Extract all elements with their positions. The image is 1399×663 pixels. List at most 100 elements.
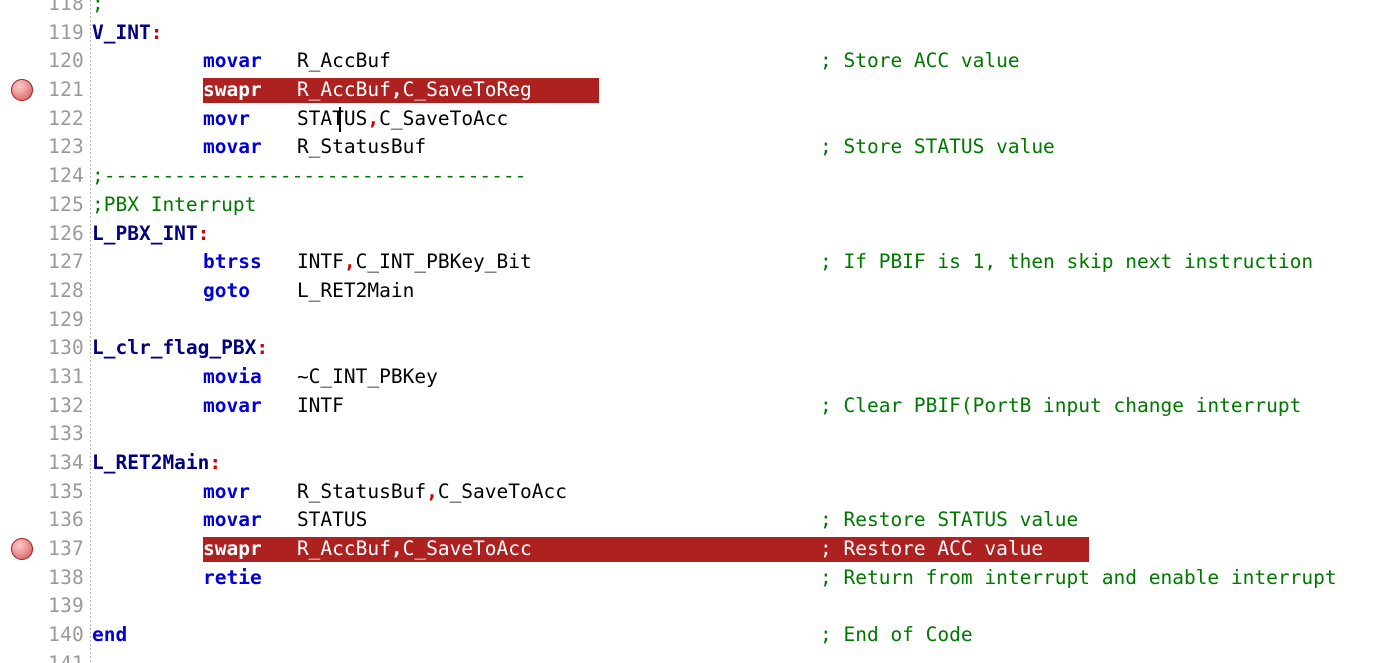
code-tokens: swapr R_AccBuf,C_SaveToAcc — [203, 535, 532, 564]
token-comment: ;PBX Interrupt — [92, 192, 257, 216]
token-keyword: movr — [203, 106, 250, 130]
code-tokens: retie — [203, 564, 262, 593]
token-plain: INTF — [296, 393, 344, 417]
line-number: 140 — [48, 623, 84, 647]
code-editor[interactable]: 118; 119 V_INT: 120 movar R_AccBuf; Store AC… — [0, 0, 1399, 663]
code-line[interactable]: 126 L_PBX_INT: — [0, 220, 1399, 249]
code-line[interactable]: 119 V_INT: — [0, 19, 1399, 48]
code-line[interactable]: 123 movar R_StatusBuf ; Store STATUS value — [0, 133, 1399, 162]
inline-comment: ; Store ACC value — [820, 49, 1020, 73]
token-comma: , — [390, 78, 403, 102]
token-plain: R_StatusBuf — [296, 479, 427, 503]
token-comment: ; — [92, 0, 104, 15]
token-keyword: movar — [203, 49, 262, 73]
token-plain: R_AccBuf — [296, 78, 391, 102]
code-line[interactable]: 128 goto L_RET2Main — [0, 277, 1399, 306]
token-plain: ~C_INT_PBKey — [296, 364, 438, 388]
token-keyword: swapr — [203, 78, 262, 102]
token-comma: , — [367, 106, 380, 130]
code-line[interactable]: 124 ;------------------------------------ — [0, 162, 1399, 191]
text-caret — [339, 106, 341, 132]
code-tokens: end — [92, 621, 127, 650]
line-number: 126 — [48, 221, 84, 245]
code-line[interactable]: 138 retie ; Return from interrupt and enab… — [0, 564, 1399, 593]
code-line[interactable]: 130 L_clr_flag_PBX: — [0, 334, 1399, 363]
token-comma: , — [343, 250, 356, 274]
token-plain: STATUS — [296, 106, 368, 130]
line-number: 141 — [0, 650, 84, 663]
line-number: 135 — [48, 479, 84, 503]
code-line[interactable]: 135 movr R_StatusBuf,C_SaveToAcc — [0, 478, 1399, 507]
line-number: 131 — [48, 364, 84, 388]
code-line[interactable]: 132 movar INTF ; Clear PBIF(PortB input ch… — [0, 392, 1399, 421]
line-number: 138 — [48, 565, 84, 589]
line-number: 121 — [48, 78, 84, 102]
line-number: 132 — [48, 393, 84, 417]
inline-comment: ; Clear PBIF(PortB input change interrup… — [820, 393, 1302, 417]
token-gap — [262, 49, 297, 72]
token-colon: : — [197, 221, 210, 245]
code-line[interactable]: 140 end ; End of Code — [0, 621, 1399, 650]
token-keyword: retie — [203, 565, 262, 589]
code-tokens: V_INT: — [92, 19, 162, 48]
code-tokens: movr R_StatusBuf,C_SaveToAcc — [203, 478, 567, 507]
code-line[interactable]: 133 — [0, 420, 1399, 449]
token-gap — [262, 78, 297, 101]
line-number: 125 — [48, 192, 84, 216]
code-line[interactable]: 137 swapr R_AccBuf,C_SaveToAcc ; Restore A… — [0, 535, 1399, 564]
code-line[interactable]: 139 — [0, 592, 1399, 621]
token-gap — [262, 365, 297, 388]
code-line[interactable]: 134 L_RET2Main: — [0, 449, 1399, 478]
token-keyword: swapr — [203, 537, 262, 561]
token-keyword: movar — [203, 135, 262, 159]
inline-comment: ; Return from interrupt and enable inter… — [820, 565, 1337, 589]
token-plain: C_INT_PBKey_Bit — [355, 250, 532, 274]
line-number: 136 — [48, 508, 84, 532]
code-tokens: ; — [92, 0, 104, 19]
code-tokens: goto L_RET2Main — [203, 277, 414, 306]
code-line[interactable]: 141 — [0, 650, 1399, 663]
code-line[interactable]: 118; — [0, 0, 1399, 19]
token-keyword: movr — [203, 479, 250, 503]
token-keyword: btrss — [203, 250, 262, 274]
token-gap — [262, 508, 297, 531]
token-keyword: movia — [203, 364, 262, 388]
line-number: 134 — [48, 451, 84, 474]
code-line[interactable]: 121 swapr R_AccBuf,C_SaveToReg — [0, 76, 1399, 105]
code-lines-container[interactable]: 118; 119 V_INT: 120 movar R_AccBuf; Store AC… — [0, 0, 1399, 663]
code-line[interactable]: 127 btrss INTF,C_INT_PBKey_Bit ; If PBIF i… — [0, 248, 1399, 277]
code-line[interactable]: 136 movar STATUS ; Restore STATUS value — [0, 506, 1399, 535]
line-number: 128 — [48, 278, 84, 302]
code-tokens: movia ~C_INT_PBKey — [203, 363, 438, 392]
code-line[interactable]: 122 movr STATUS,C_SaveToAcc — [0, 105, 1399, 134]
code-line[interactable]: 131 movia ~C_INT_PBKey — [0, 363, 1399, 392]
token-colon: : — [150, 20, 163, 44]
token-gap — [250, 480, 297, 503]
inline-comment: ; Store STATUS value — [820, 135, 1055, 159]
code-line[interactable]: 125 ;PBX Interrupt — [0, 191, 1399, 220]
code-tokens: movar INTF — [203, 392, 344, 421]
code-tokens: ;------------------------------------ — [92, 162, 526, 191]
code-line[interactable]: 120 movar R_AccBuf ; Store ACC value — [0, 47, 1399, 76]
token-label: L_RET2Main — [92, 451, 210, 474]
token-plain: C_SaveToAcc — [379, 106, 509, 130]
token-plain: R_StatusBuf — [296, 135, 427, 159]
token-keyword: end — [92, 623, 128, 647]
inline-comment: ; Restore ACC value — [820, 537, 1044, 561]
token-comma: , — [426, 479, 438, 503]
inline-comment: ; End of Code — [820, 623, 973, 647]
code-tokens: swapr R_AccBuf,C_SaveToReg — [203, 76, 532, 105]
line-number: 120 — [48, 49, 84, 73]
token-plain: L_RET2Main — [296, 278, 415, 302]
line-number: 118 — [48, 0, 84, 15]
token-label: V_INT — [92, 20, 151, 44]
code-line[interactable]: 129 — [0, 306, 1399, 335]
token-keyword: movar — [203, 508, 262, 532]
code-tokens: movr STATUS,C_SaveToAcc — [203, 105, 508, 134]
code-tokens: btrss INTF,C_INT_PBKey_Bit — [203, 248, 532, 277]
code-tokens: movar STATUS — [203, 506, 367, 535]
line-number: 137 — [48, 537, 84, 561]
line-number: 139 — [48, 594, 84, 618]
token-plain: INTF — [296, 250, 344, 274]
token-plain: R_AccBuf — [296, 537, 391, 561]
